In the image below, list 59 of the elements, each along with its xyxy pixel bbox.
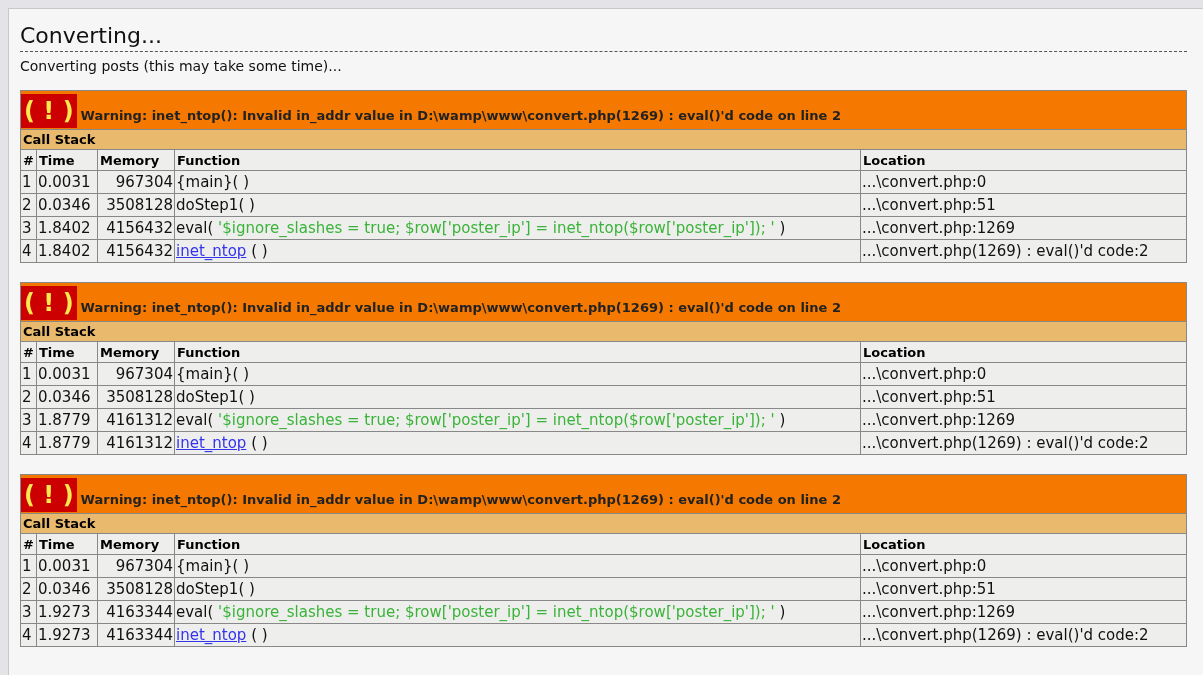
table-cell: doStep1( ) — [174, 385, 861, 409]
table-cell: doStep1( ) — [174, 577, 861, 601]
table-cell: 4 — [20, 623, 37, 647]
warning-badge: ( ! ) — [21, 478, 77, 512]
column-header: # — [20, 341, 37, 363]
warning-message: Warning: inet_ntop(): Invalid in_addr value in D:\wamp\www\convert.php(1269) : eval()'d code on line 2 — [80, 107, 841, 123]
table-cell: doStep1( ) — [174, 193, 861, 217]
table-cell: {main}( ) — [174, 170, 861, 194]
status-text: Converting posts (this may take some time)... — [20, 58, 343, 74]
column-header: Function — [174, 341, 861, 363]
function-link[interactable]: inet_ntop — [176, 242, 247, 260]
table-cell: eval( '$ignore_slashes = true; $row['poster_ip'] = inet_ntop($row['poster_ip']); ' ) — [174, 600, 861, 624]
column-header: # — [20, 149, 37, 171]
table-cell: ...\convert.php:51 — [860, 193, 1187, 217]
page-title: Converting... — [20, 23, 1187, 52]
table-cell: eval( '$ignore_slashes = true; $row['poster_ip'] = inet_ntop($row['poster_ip']); ' ) — [174, 408, 861, 432]
call-parens: ( ) — [251, 242, 268, 260]
table-cell: eval( '$ignore_slashes = true; $row['poster_ip'] = inet_ntop($row['poster_ip']); ' ) — [174, 216, 861, 240]
table-cell: ...\convert.php(1269) : eval()'d code:2 — [860, 431, 1187, 455]
table-cell: 1 — [20, 362, 37, 386]
table-cell: 3 — [20, 216, 37, 240]
column-header: Function — [174, 533, 861, 555]
section-header: Call Stack — [20, 513, 1187, 534]
table-cell: 2 — [20, 385, 37, 409]
table-cell: 4 — [20, 239, 37, 263]
table-cell: 3 — [20, 408, 37, 432]
warning-message: Warning: inet_ntop(): Invalid in_addr value in D:\wamp\www\convert.php(1269) : eval()'d code on line 2 — [80, 491, 841, 507]
table-cell: 2 — [20, 193, 37, 217]
call-parens: ( ) — [251, 626, 268, 644]
section-header: Call Stack — [20, 129, 1187, 150]
table-cell: ...\convert.php:0 — [860, 554, 1187, 578]
table-cell: ...\convert.php:51 — [860, 385, 1187, 409]
warning-badge: ( ! ) — [21, 94, 77, 128]
function-link[interactable]: inet_ntop — [176, 434, 247, 452]
table-cell: ...\convert.php:0 — [860, 170, 1187, 194]
column-header: # — [20, 533, 37, 555]
column-header: Location — [860, 149, 1187, 171]
call-parens: ( ) — [251, 434, 268, 452]
warning-message: Warning: inet_ntop(): Invalid in_addr value in D:\wamp\www\convert.php(1269) : eval()'d code on line 2 — [80, 299, 841, 315]
warning-badge: ( ! ) — [21, 286, 77, 320]
table-cell: ...\convert.php(1269) : eval()'d code:2 — [860, 239, 1187, 263]
table-cell: {main}( ) — [174, 362, 861, 386]
table-cell: 1 — [20, 554, 37, 578]
table-cell: {main}( ) — [174, 554, 861, 578]
table-cell: ...\convert.php(1269) : eval()'d code:2 — [860, 623, 1187, 647]
column-header: Location — [860, 533, 1187, 555]
table-cell: 2 — [20, 577, 37, 601]
section-header: Call Stack — [20, 321, 1187, 342]
table-cell: ...\convert.php:1269 — [860, 600, 1187, 624]
table-cell: 1 — [20, 170, 37, 194]
table-cell: ...\convert.php:51 — [860, 577, 1187, 601]
table-cell: ...\convert.php:1269 — [860, 216, 1187, 240]
function-link[interactable]: inet_ntop — [176, 626, 247, 644]
table-cell: 4 — [20, 431, 37, 455]
column-header: Location — [860, 341, 1187, 363]
table-cell: ...\convert.php:0 — [860, 362, 1187, 386]
column-header: Function — [174, 149, 861, 171]
table-cell: ...\convert.php:1269 — [860, 408, 1187, 432]
table-cell: 3 — [20, 600, 37, 624]
